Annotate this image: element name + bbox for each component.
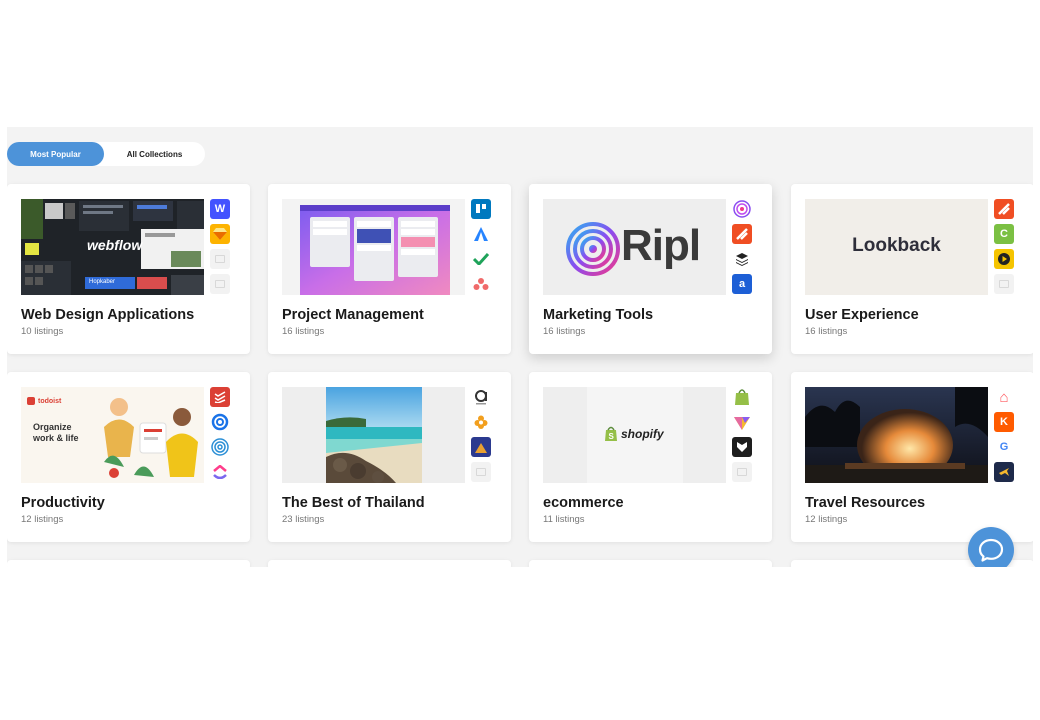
webflow-icon: W [210, 199, 230, 219]
shopify-logo: S shopify [604, 426, 664, 442]
card-thumbnail: Ripl [543, 199, 726, 295]
card-title: Travel Resources [805, 495, 926, 511]
card-title: The Best of Thailand [282, 495, 425, 511]
card-thumbnail [805, 387, 988, 483]
calendar-ring-icon [210, 412, 230, 432]
card-thumbnail [282, 387, 465, 483]
spiral-icon [210, 437, 230, 457]
card-thumbnail: webflow Hopkaber [21, 199, 204, 295]
play-icon [994, 249, 1014, 269]
todoist-logo-icon [27, 397, 35, 405]
card-title: Web Design Applications [21, 307, 195, 323]
thailand-photo-icon [471, 437, 491, 457]
card-title: Marketing Tools [543, 307, 654, 323]
check-icon [471, 249, 491, 269]
zapier-icon [994, 199, 1014, 219]
collection-card-web-design[interactable]: webflow Hopkaber W Web Design Applicatio… [7, 184, 250, 354]
shopify-icon [732, 387, 752, 407]
chat-bubble-icon [978, 538, 1004, 562]
shield-logo-icon [732, 437, 752, 457]
todoist-tagline: Organize work & life [33, 422, 79, 443]
webflow-badge-text: Hopkaber [89, 279, 116, 285]
trello-board-screenshot [282, 199, 465, 295]
collection-card-user-experience[interactable]: Lookback C User Experience 16 listings [791, 184, 1033, 354]
card-app-icons [471, 387, 491, 487]
collection-card-marketing-tools[interactable]: Ripl a Marketing Tools 16 listings [529, 184, 772, 354]
collection-card-thailand[interactable]: The Best of Thailand 23 listings [268, 372, 511, 542]
placeholder-icon [471, 462, 491, 482]
placeholder-icon [732, 462, 752, 482]
card-listing-count: 16 listings [282, 326, 325, 337]
agoda-icon [471, 387, 491, 407]
card-thumbnail [282, 199, 465, 295]
plane-icon [994, 462, 1014, 482]
page-background [0, 567, 1040, 720]
card-listing-count: 12 listings [21, 514, 64, 525]
shopify-logo-text: shopify [621, 427, 664, 441]
card-app-icons [732, 387, 752, 487]
card-thumbnail: S shopify [543, 387, 726, 483]
ripl-logo-text: Ripl [621, 221, 701, 270]
airbnb-icon: ⌂ [994, 387, 1014, 407]
collection-card-partial[interactable] [529, 560, 772, 567]
tab-all-collections[interactable]: All Collections [104, 142, 205, 166]
appsumo-icon: a [732, 274, 752, 294]
card-listing-count: 10 listings [21, 326, 64, 337]
beach-photo [326, 387, 422, 483]
collection-card-travel[interactable]: ⌂ K G Travel Resources 12 listings [791, 372, 1033, 542]
card-title: ecommerce [543, 495, 624, 511]
collection-tabs: Most Popular All Collections [7, 142, 205, 166]
todoist-illustration [104, 398, 198, 478]
klook-icon: K [994, 412, 1014, 432]
card-listing-count: 23 listings [282, 514, 325, 525]
todoist-icon [210, 387, 230, 407]
collection-card-productivity[interactable]: todoist Organize work & life Productivit… [7, 372, 250, 542]
ripl-icon [732, 199, 752, 219]
lookback-logo-text: Lookback [852, 235, 941, 256]
sketch-icon [210, 224, 230, 244]
night-dome-photo [805, 387, 988, 483]
card-thumbnail: Lookback [805, 199, 988, 295]
webflow-logo-text: webflow [87, 237, 143, 253]
todoist-brand-text: todoist [38, 397, 62, 405]
card-app-icons: ⌂ K G [994, 387, 1014, 487]
card-listing-count: 11 listings [543, 514, 585, 525]
collection-card-partial[interactable] [268, 560, 511, 567]
placeholder-icon [994, 274, 1014, 294]
flower-icon [471, 412, 491, 432]
card-listing-count: 16 listings [543, 326, 586, 337]
zapier-icon [732, 224, 752, 244]
card-app-icons [210, 387, 230, 487]
collection-card-partial[interactable] [7, 560, 250, 567]
trello-icon [471, 199, 491, 219]
ripl-logo-icon [566, 222, 620, 276]
card-title: Productivity [21, 495, 105, 511]
card-app-icons: a [732, 199, 752, 299]
card-app-icons: C [994, 199, 1014, 299]
todoist-brand: todoist [27, 397, 61, 405]
card-listing-count: 16 listings [805, 326, 848, 337]
svg-text:S: S [609, 432, 615, 441]
card-title: User Experience [805, 307, 919, 323]
placeholder-icon [210, 274, 230, 294]
card-thumbnail: todoist Organize work & life [21, 387, 204, 483]
collections-panel: Most Popular All Collections webflow Hop… [7, 127, 1033, 567]
card-app-icons [471, 199, 491, 299]
clickup-icon: C [994, 224, 1014, 244]
collection-card-project-management[interactable]: Project Management 16 listings [268, 184, 511, 354]
jira-icon [471, 224, 491, 244]
gem-icon [732, 412, 752, 432]
collection-card-ecommerce[interactable]: S shopify ecommerce 11 listings [529, 372, 772, 542]
google-travel-icon: G [994, 437, 1014, 457]
buffer-icon [732, 249, 752, 269]
clickup-icon [210, 462, 230, 482]
tab-most-popular[interactable]: Most Popular [7, 142, 104, 166]
card-listing-count: 12 listings [805, 514, 848, 525]
card-title: Project Management [282, 307, 424, 323]
card-app-icons: W [210, 199, 230, 299]
shopify-bag-icon: S [605, 426, 617, 441]
placeholder-icon [210, 249, 230, 269]
asana-icon [471, 274, 491, 294]
